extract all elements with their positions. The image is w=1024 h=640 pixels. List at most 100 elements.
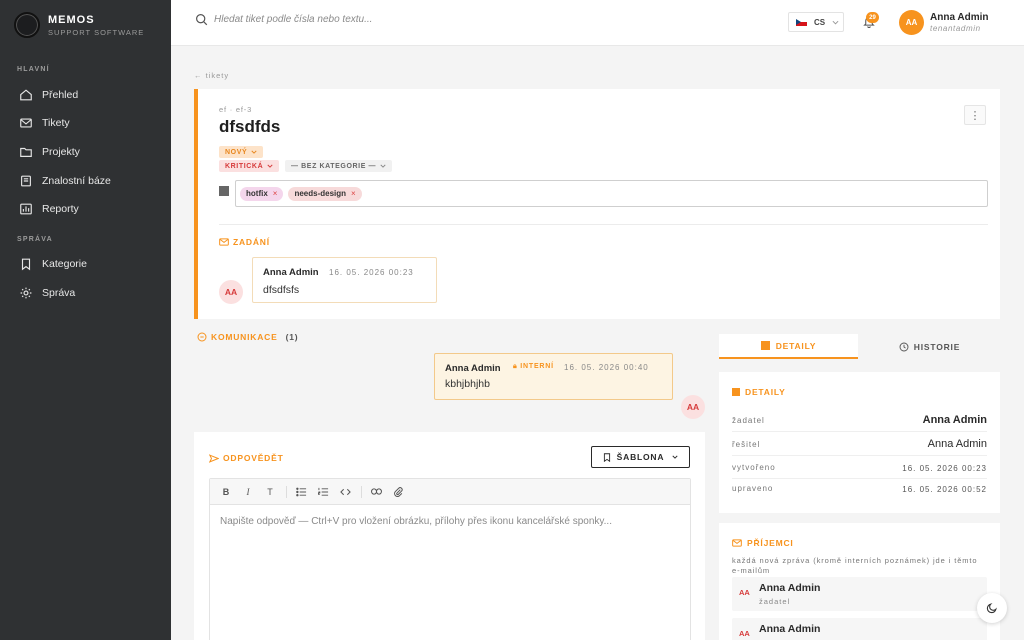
chevron-down-icon — [251, 150, 257, 154]
chevron-down-icon — [832, 20, 839, 24]
lock-icon: 🔒︎ — [513, 363, 518, 370]
theme-toggle-button[interactable] — [977, 593, 1007, 623]
user-avatar[interactable]: AA — [899, 10, 924, 35]
recipients-card: PŘÍJEMCI každá nová zpráva (kromě intern… — [719, 523, 1000, 640]
mail-icon — [219, 238, 229, 246]
sidebar-item-label: Reporty — [42, 203, 79, 215]
link-button[interactable] — [369, 485, 383, 499]
recipient-item[interactable]: AA Anna Admin — [732, 618, 987, 640]
chevron-down-icon — [267, 164, 273, 168]
history-icon — [899, 342, 909, 351]
italic-button[interactable]: I — [241, 485, 255, 499]
attachment-button[interactable] — [391, 485, 405, 499]
nav-section-admin: SPRÁVA — [17, 236, 53, 243]
toolbar-separator — [361, 485, 362, 498]
bullet-list-button[interactable] — [294, 485, 308, 499]
heading-button[interactable]: T — [263, 485, 277, 499]
side-tabs: DETAILY HISTORIE — [719, 334, 1000, 359]
communication-count: (1) — [285, 332, 299, 342]
sidebar-item-knowledge-base[interactable]: Znalostní báze — [19, 174, 111, 188]
bold-button[interactable]: B — [219, 485, 233, 499]
send-icon — [209, 453, 219, 463]
message-author: Anna Admin — [263, 267, 319, 278]
recipient-name: Anna Admin — [759, 582, 821, 594]
priority-label: KRITICKÁ — [225, 162, 264, 170]
user-name[interactable]: Anna Admin — [930, 12, 989, 23]
numbered-list-icon — [317, 487, 328, 496]
detail-row-updated: upraveno 16. 05. 2026 00:52 — [732, 475, 987, 499]
sidebar-item-tickets[interactable]: Tikety — [19, 116, 70, 130]
code-button[interactable] — [338, 485, 352, 499]
breadcrumb-back-link[interactable]: ← tikety — [194, 71, 229, 80]
user-role: tenantadmin — [930, 24, 981, 33]
remove-tag-icon[interactable]: × — [273, 189, 278, 198]
details-square-icon — [760, 341, 770, 350]
sidebar-item-projects[interactable]: Projekty — [19, 145, 80, 159]
more-options-button[interactable]: ⋮ — [964, 105, 986, 125]
nav-section-main: HLAVNÍ — [17, 66, 50, 73]
recipient-role: žadatel — [759, 597, 791, 606]
message-author: Anna Admin — [445, 363, 501, 374]
tag-label: hotfix — [246, 189, 268, 198]
tags-input[interactable]: hotfix × needs-design × — [235, 180, 988, 207]
text-size-icon: T — [267, 486, 273, 497]
details-square-icon — [732, 388, 740, 396]
sidebar-item-label: Projekty — [42, 146, 80, 158]
recipient-item[interactable]: AA Anna Admin žadatel — [732, 577, 987, 611]
numbered-list-button[interactable] — [316, 485, 330, 499]
sidebar-item-administration[interactable]: Správa — [19, 286, 75, 300]
detail-key: upraveno — [732, 484, 774, 493]
book-icon — [21, 175, 31, 187]
recipient-avatar: AA — [739, 629, 750, 638]
detail-row-assignee[interactable]: řešitel Anna Admin — [732, 432, 987, 456]
paperclip-icon — [394, 487, 403, 497]
tag-color-swatch[interactable] — [219, 186, 229, 196]
mail-icon — [20, 118, 32, 128]
details-card: DETAILY žadatel Anna Admin řešitel Anna … — [719, 372, 1000, 513]
sidebar-item-reports[interactable]: Reporty — [19, 202, 79, 216]
recipient-name: Anna Admin — [759, 623, 821, 635]
remove-tag-icon[interactable]: × — [351, 189, 356, 198]
status-select[interactable]: NOVÝ — [219, 146, 264, 158]
search-input[interactable] — [214, 14, 514, 25]
tag-label: needs-design — [294, 189, 347, 198]
detail-key: žadatel — [732, 416, 765, 425]
tab-history[interactable]: HISTORIE — [859, 334, 1000, 359]
sidebar-item-overview[interactable]: Přehled — [19, 88, 78, 102]
chart-icon — [20, 203, 32, 215]
reply-textarea[interactable]: Napište odpověď — Ctrl+V pro vložení obr… — [210, 505, 690, 538]
ticket-title[interactable]: dfsdfds — [219, 117, 280, 137]
sidebar-item-categories[interactable]: Kategorie — [19, 257, 87, 271]
bullet-list-icon — [295, 487, 306, 496]
mail-icon — [732, 539, 742, 547]
more-vertical-icon: ⋮ — [969, 109, 981, 122]
reply-editor: B I T Napište odpověď — Ctrl+V pro vlože… — [209, 478, 691, 640]
detail-row-requester: žadatel Anna Admin — [732, 408, 987, 432]
message-time: 16. 05. 2026 00:23 — [329, 268, 414, 277]
chevron-down-icon — [380, 164, 386, 168]
link-icon — [370, 488, 382, 495]
folder-icon — [20, 147, 32, 157]
editor-toolbar: B I T — [210, 479, 690, 505]
priority-select[interactable]: KRITICKÁ — [219, 160, 280, 172]
brand-name: MEMOS — [48, 13, 95, 26]
tab-details[interactable]: DETAILY — [719, 334, 858, 359]
notification-badge: 29 — [866, 12, 879, 23]
category-select[interactable]: — BEZ KATEGORIE — — [285, 160, 393, 172]
sidebar-item-label: Přehled — [42, 89, 79, 101]
home-icon — [20, 89, 32, 101]
bold-icon: B — [222, 486, 230, 497]
detail-key: vytvořeno — [732, 463, 776, 472]
language-select[interactable]: CS — [788, 12, 844, 32]
brand[interactable]: MEMOS SUPPORT SOFTWARE — [14, 12, 144, 38]
italic-icon: I — [246, 486, 250, 497]
sidebar-item-label: Správa — [42, 287, 76, 299]
template-button[interactable]: ŠABLONA — [591, 446, 690, 468]
topbar: CS 29 AA Anna Admin tenantadmin — [171, 0, 1024, 46]
recipients-section-label: PŘÍJEMCI — [732, 538, 794, 548]
tag-needs-design: needs-design × — [288, 186, 362, 201]
sidebar-item-label: Tikety — [42, 117, 70, 129]
detail-key: řešitel — [732, 440, 761, 449]
bookmark-icon — [603, 452, 610, 462]
sidebar-item-label: Znalostní báze — [42, 175, 111, 187]
